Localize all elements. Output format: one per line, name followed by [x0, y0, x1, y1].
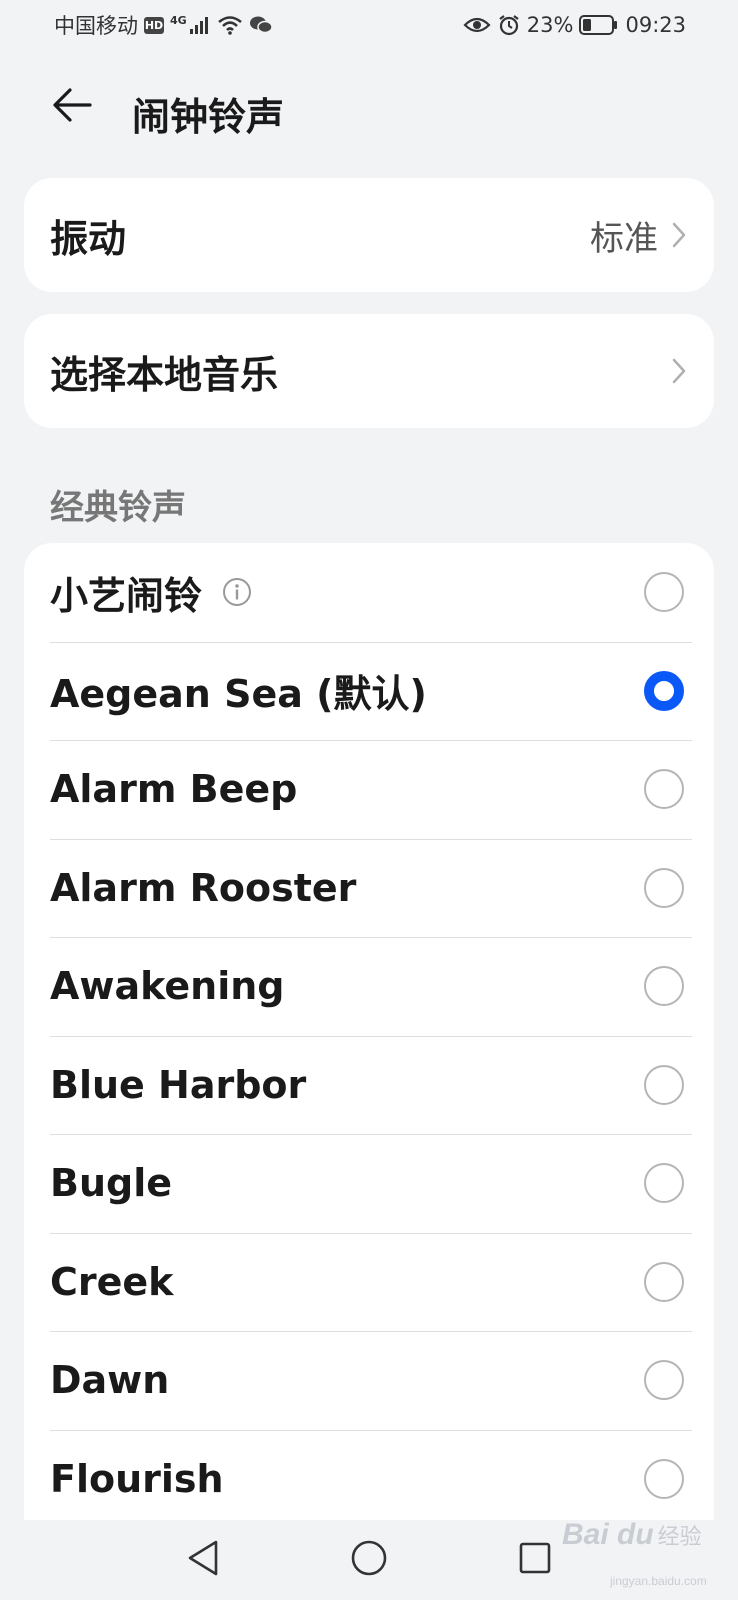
ringtone-label: Alarm Rooster — [50, 865, 357, 910]
circle-home-icon — [350, 1539, 388, 1581]
section-title-classic: 经典铃声 — [50, 488, 186, 528]
status-bar-right: 23% 09:23 — [463, 13, 686, 37]
hd-badge: HD — [144, 16, 164, 34]
radio-button[interactable] — [644, 1064, 684, 1105]
alarm-icon — [497, 14, 521, 36]
nav-recents-button[interactable] — [505, 1530, 565, 1590]
radio-button[interactable] — [644, 572, 684, 613]
vibration-card: 振动 标准 — [24, 178, 714, 292]
ringtone-label: Bugle — [50, 1161, 173, 1206]
ringtone-label: Alarm Beep — [50, 767, 298, 812]
chevron-right-icon — [672, 358, 686, 384]
local-music-label: 选择本地音乐 — [50, 352, 279, 397]
carrier-label: 中国移动 — [54, 14, 138, 38]
status-bar: 中国移动 HD 4G 23% 09:23 — [0, 0, 738, 50]
ringtone-name: 小艺闹铃 — [50, 573, 203, 618]
radio-button[interactable] — [644, 1458, 684, 1499]
battery-icon — [579, 14, 619, 36]
ringtone-row[interactable]: Dawn — [24, 1331, 714, 1430]
triangle-back-icon — [186, 1539, 220, 1581]
nav-back-button[interactable] — [173, 1530, 233, 1590]
ringtone-label: 小艺闹铃 — [50, 565, 644, 620]
ringtone-list: 小艺闹铃 Aegean Sea (默认) Alarm Beep Alarm Ro… — [24, 543, 714, 1523]
status-bar-left: 中国移动 HD 4G — [54, 10, 273, 40]
watermark-logo: Bai du — [562, 1518, 654, 1551]
ringtone-row[interactable]: 小艺闹铃 — [24, 543, 714, 642]
ringtone-row[interactable]: Bugle — [24, 1134, 714, 1233]
radio-button[interactable] — [644, 1360, 684, 1401]
page-title: 闹钟铃声 — [132, 95, 285, 139]
vibration-setting-row[interactable]: 振动 标准 — [24, 178, 714, 292]
radio-button[interactable] — [644, 966, 684, 1007]
wifi-icon — [217, 15, 243, 35]
radio-button[interactable] — [644, 1163, 684, 1204]
nav-home-button[interactable] — [339, 1530, 399, 1590]
ringtone-label: Flourish — [50, 1456, 224, 1501]
eye-comfort-icon — [463, 15, 491, 35]
wechat-icon — [249, 15, 273, 35]
baidu-watermark: Bai du 经验 — [562, 1518, 702, 1552]
radio-button[interactable] — [644, 769, 684, 810]
vibration-label: 振动 — [50, 216, 127, 261]
back-button[interactable] — [46, 84, 98, 130]
ringtone-label: Blue Harbor — [50, 1062, 307, 1107]
ringtone-label: Aegean Sea (默认) — [50, 672, 427, 717]
network-type: 4G — [170, 13, 187, 27]
square-recents-icon — [518, 1541, 552, 1579]
ringtone-row[interactable]: Awakening — [24, 937, 714, 1036]
local-music-card: 选择本地音乐 — [24, 314, 714, 428]
ringtone-row[interactable]: Alarm Rooster — [24, 838, 714, 938]
ringtone-row[interactable]: Creek — [24, 1232, 714, 1332]
ringtone-row[interactable]: Alarm Beep — [24, 740, 714, 839]
radio-button[interactable] — [644, 867, 684, 908]
signal-icon — [189, 15, 211, 35]
radio-button-selected[interactable] — [644, 670, 684, 711]
ringtone-row[interactable]: Blue Harbor — [24, 1035, 714, 1135]
ringtone-row[interactable]: Aegean Sea (默认) — [24, 641, 714, 741]
local-music-row[interactable]: 选择本地音乐 — [24, 314, 714, 428]
watermark-text: 经验 — [657, 1524, 702, 1549]
ringtone-row[interactable]: Flourish — [24, 1429, 714, 1524]
ringtone-label: Creek — [50, 1259, 174, 1304]
arrow-left-icon — [50, 85, 94, 129]
chevron-right-icon — [672, 222, 686, 248]
clock-time: 09:23 — [625, 13, 686, 37]
vibration-value: 标准 — [590, 218, 658, 259]
ringtone-label: Awakening — [50, 964, 285, 1009]
info-icon[interactable] — [222, 577, 252, 607]
ringtone-label: Dawn — [50, 1358, 170, 1403]
watermark-url: jingyan.baidu.com — [610, 1574, 707, 1588]
battery-percent: 23% — [526, 13, 574, 37]
radio-button[interactable] — [644, 1261, 684, 1302]
app-header: 闹钟铃声 — [0, 72, 738, 142]
